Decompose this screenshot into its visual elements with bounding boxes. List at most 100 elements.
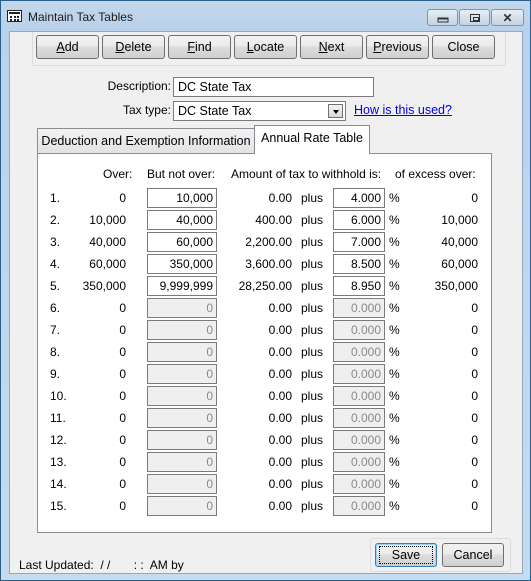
but-not-over-input[interactable]: 0 [147,320,217,340]
but-not-over-input[interactable]: 0 [147,408,217,428]
row-number: 15. [50,499,67,513]
excess-over-value: 0 [471,191,478,205]
close-icon: ✕ [502,10,513,25]
tab-deduction-exemption[interactable]: Deduction and Exemption Information [37,128,255,153]
dialog-client-area: Add Delete Find Locate Next Previous Close Des… [9,31,523,574]
plus-label: plus [301,279,324,293]
but-not-over-input[interactable]: 0 [147,452,217,472]
rate-table-row: 13. 0 0 0.00 plus 0.000% 0 [10,452,524,474]
delete-button[interactable]: Delete [102,35,165,59]
rate-percent-input[interactable]: 0.000 [333,496,385,516]
tab-annual-rate-table[interactable]: Annual Rate Table [254,125,370,154]
save-button[interactable]: Save [375,543,437,567]
next-button[interactable]: Next [300,35,363,59]
plus-label: plus [301,433,324,447]
tax-type-select[interactable]: DC State Tax [173,101,346,121]
rate-percent-input[interactable]: 0.000 [333,320,385,340]
row-number: 4. [50,257,61,271]
rate-table-row: 5. 350,000 9,999,999 28,250.00 plus 8.950% 350… [10,276,524,298]
rate-percent-input[interactable]: 0.000 [333,408,385,428]
excess-over-value: 40,000 [441,235,478,249]
row-number: 9. [50,367,61,381]
but-not-over-input[interactable]: 0 [147,342,217,362]
but-not-over-input[interactable]: 0 [147,430,217,450]
amount-value: 0.00 [268,191,292,205]
but-not-over-input[interactable]: 60,000 [147,232,217,252]
rate-percent-input[interactable]: 0.000 [333,386,385,406]
header-excess-over: of excess over: [395,167,476,181]
header-but-not-over: But not over: [147,167,216,181]
tax-type-value: DC State Tax [178,104,252,118]
rate-percent-input[interactable]: 0.000 [333,342,385,362]
rate-percent-input[interactable]: 0.000 [333,364,385,384]
amount-value: 400.00 [255,213,292,227]
but-not-over-input[interactable]: 40,000 [147,210,217,230]
rate-percent-input[interactable]: 0.000 [333,298,385,318]
rate-percent-input[interactable]: 0.000 [333,430,385,450]
maintain-tax-tables-window: Maintain Tax Tables ✕ Add Delete Find Locat… [0,0,531,581]
cancel-button[interactable]: Cancel [442,543,504,567]
close-button[interactable]: Close [432,35,495,59]
rate-table-row: 11. 0 0 0.00 plus 0.000% 0 [10,408,524,430]
rate-table-row: 10. 0 0 0.00 plus 0.000% 0 [10,386,524,408]
but-not-over-input[interactable]: 0 [147,496,217,516]
percent-label: % [389,455,400,469]
header-amount-to-withhold: Amount of tax to withhold is: [231,167,382,181]
locate-button[interactable]: Locate [234,35,297,59]
but-not-over-input[interactable]: 9,999,999 [147,276,217,296]
rate-table-row: 12. 0 0 0.00 plus 0.000% 0 [10,430,524,452]
description-input[interactable]: DC State Tax [173,77,374,97]
rate-table-row: 1. 0 10,000 0.00 plus 4.000% 0 [10,188,524,210]
plus-label: plus [301,235,324,249]
but-not-over-input[interactable]: 350,000 [147,254,217,274]
amount-value: 0.00 [268,477,292,491]
rate-percent-input[interactable]: 4.000 [333,188,385,208]
row-number: 8. [50,345,61,359]
but-not-over-input[interactable]: 0 [147,364,217,384]
rate-table-row: 7. 0 0 0.00 plus 0.000% 0 [10,320,524,342]
percent-label: % [389,367,400,381]
toolbar: Add Delete Find Locate Next Previous Close [32,32,506,66]
minimize-button[interactable] [427,9,458,26]
over-value: 0 [119,411,126,425]
plus-label: plus [301,323,324,337]
rate-percent-input[interactable]: 0.000 [333,452,385,472]
description-label: Description: [107,79,171,93]
title-bar[interactable]: Maintain Tax Tables ✕ [1,1,530,31]
rate-percent-input[interactable]: 8.950 [333,276,385,296]
rate-table-row: 2. 10,000 40,000 400.00 plus 6.000% 10,000 [10,210,524,232]
but-not-over-input[interactable]: 0 [147,386,217,406]
but-not-over-input[interactable]: 10,000 [147,188,217,208]
rate-percent-input[interactable]: 0.000 [333,474,385,494]
amount-value: 0.00 [268,455,292,469]
amount-value: 0.00 [268,345,292,359]
rate-table-row: 8. 0 0 0.00 plus 0.000% 0 [10,342,524,364]
percent-label: % [389,323,400,337]
plus-label: plus [301,455,324,469]
how-is-this-used-link[interactable]: How is this used? [354,103,452,117]
over-value: 0 [119,191,126,205]
find-button[interactable]: Find [168,35,231,59]
plus-label: plus [301,213,324,227]
over-value: 0 [119,389,126,403]
tax-type-label: Tax type: [122,103,171,117]
over-value: 0 [119,499,126,513]
chevron-down-icon[interactable] [328,104,343,118]
row-number: 2. [50,213,61,227]
rate-percent-input[interactable]: 8.500 [333,254,385,274]
amount-value: 2,200.00 [245,235,292,249]
plus-label: plus [301,499,324,513]
amount-value: 0.00 [268,323,292,337]
over-value: 350,000 [82,279,126,293]
row-number: 6. [50,301,61,315]
add-button[interactable]: Add [36,35,99,59]
rate-percent-input[interactable]: 6.000 [333,210,385,230]
previous-button[interactable]: Previous [366,35,429,59]
rate-percent-input[interactable]: 7.000 [333,232,385,252]
close-window-button[interactable]: ✕ [491,9,524,26]
over-value: 0 [119,455,126,469]
but-not-over-input[interactable]: 0 [147,474,217,494]
restore-button[interactable] [459,9,490,26]
rate-table-row: 14. 0 0 0.00 plus 0.000% 0 [10,474,524,496]
but-not-over-input[interactable]: 0 [147,298,217,318]
